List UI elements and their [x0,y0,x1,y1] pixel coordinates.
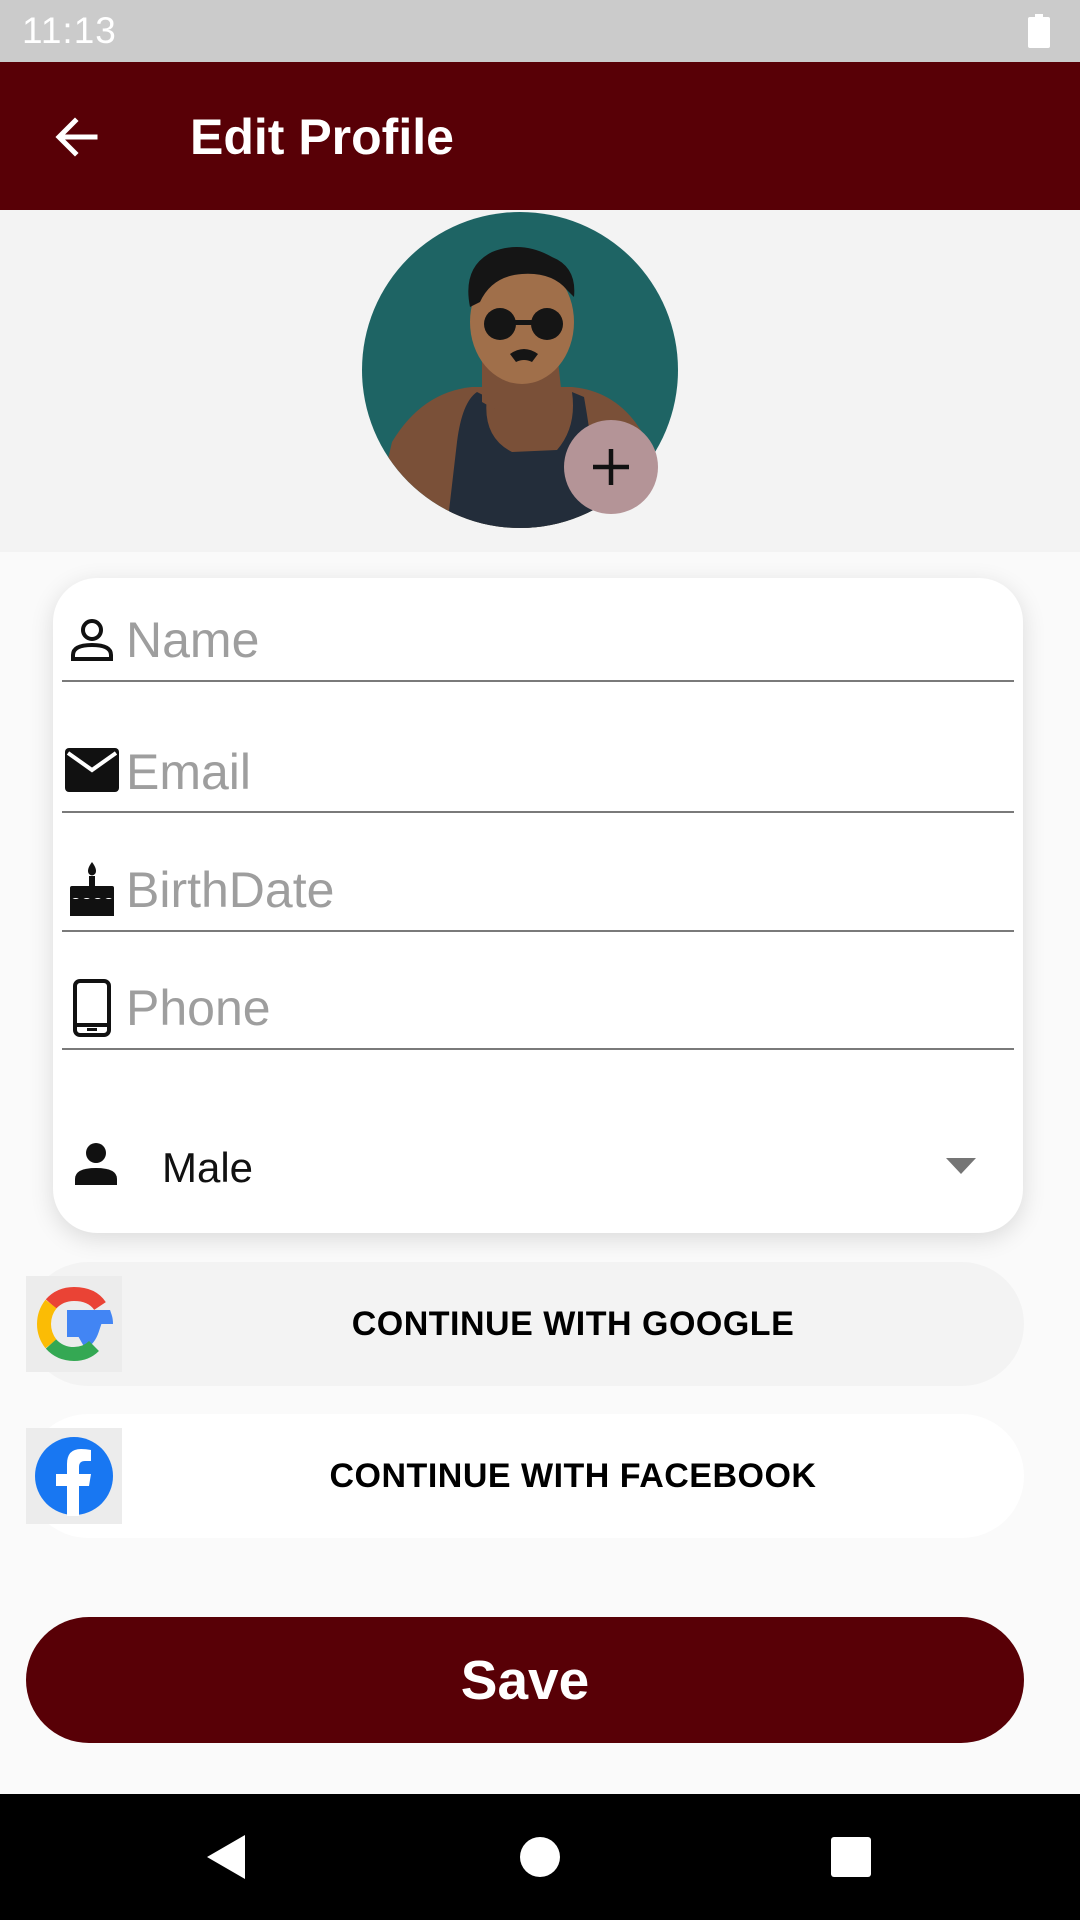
birthdate-field[interactable] [126,850,1006,930]
nav-back-button[interactable] [194,1826,256,1888]
phone-field[interactable] [126,968,1006,1048]
app-bar [0,62,1080,210]
birthdate-field-underline [62,930,1014,932]
phone-icon [62,978,122,1038]
google-logo [26,1276,122,1372]
arrow-left-icon [55,117,98,157]
nav-recents-button[interactable] [820,1826,882,1888]
circle-home-icon [520,1837,560,1877]
status-time: 11:13 [22,10,117,51]
add-photo-button[interactable] [564,420,658,514]
person-outline-icon [62,610,122,670]
email-field-underline [62,811,1014,813]
save-button[interactable]: Save [26,1617,1024,1743]
page-title: Edit Profile [190,109,454,165]
cake-icon [62,858,122,918]
save-button-label: Save [460,1649,590,1711]
back-button[interactable] [40,102,110,172]
caret-down-icon[interactable] [946,1158,976,1176]
name-field-underline [62,680,1014,682]
person-icon [66,1134,126,1194]
mail-icon [62,740,122,800]
nav-home-button[interactable] [509,1826,571,1888]
plus-icon [593,449,629,485]
email-field[interactable] [126,732,1006,812]
name-field[interactable] [126,600,1006,680]
status-bar [0,0,1080,62]
facebook-button-label: CONTINUE WITH FACEBOOK [329,1457,817,1495]
battery-icon [1028,14,1050,48]
triangle-back-icon [207,1835,245,1879]
phone-field-underline [62,1048,1014,1050]
facebook-logo [26,1428,122,1524]
square-recents-icon [831,1837,871,1877]
gender-value: Male [162,1144,254,1191]
google-button-label: CONTINUE WITH GOOGLE [351,1305,795,1343]
